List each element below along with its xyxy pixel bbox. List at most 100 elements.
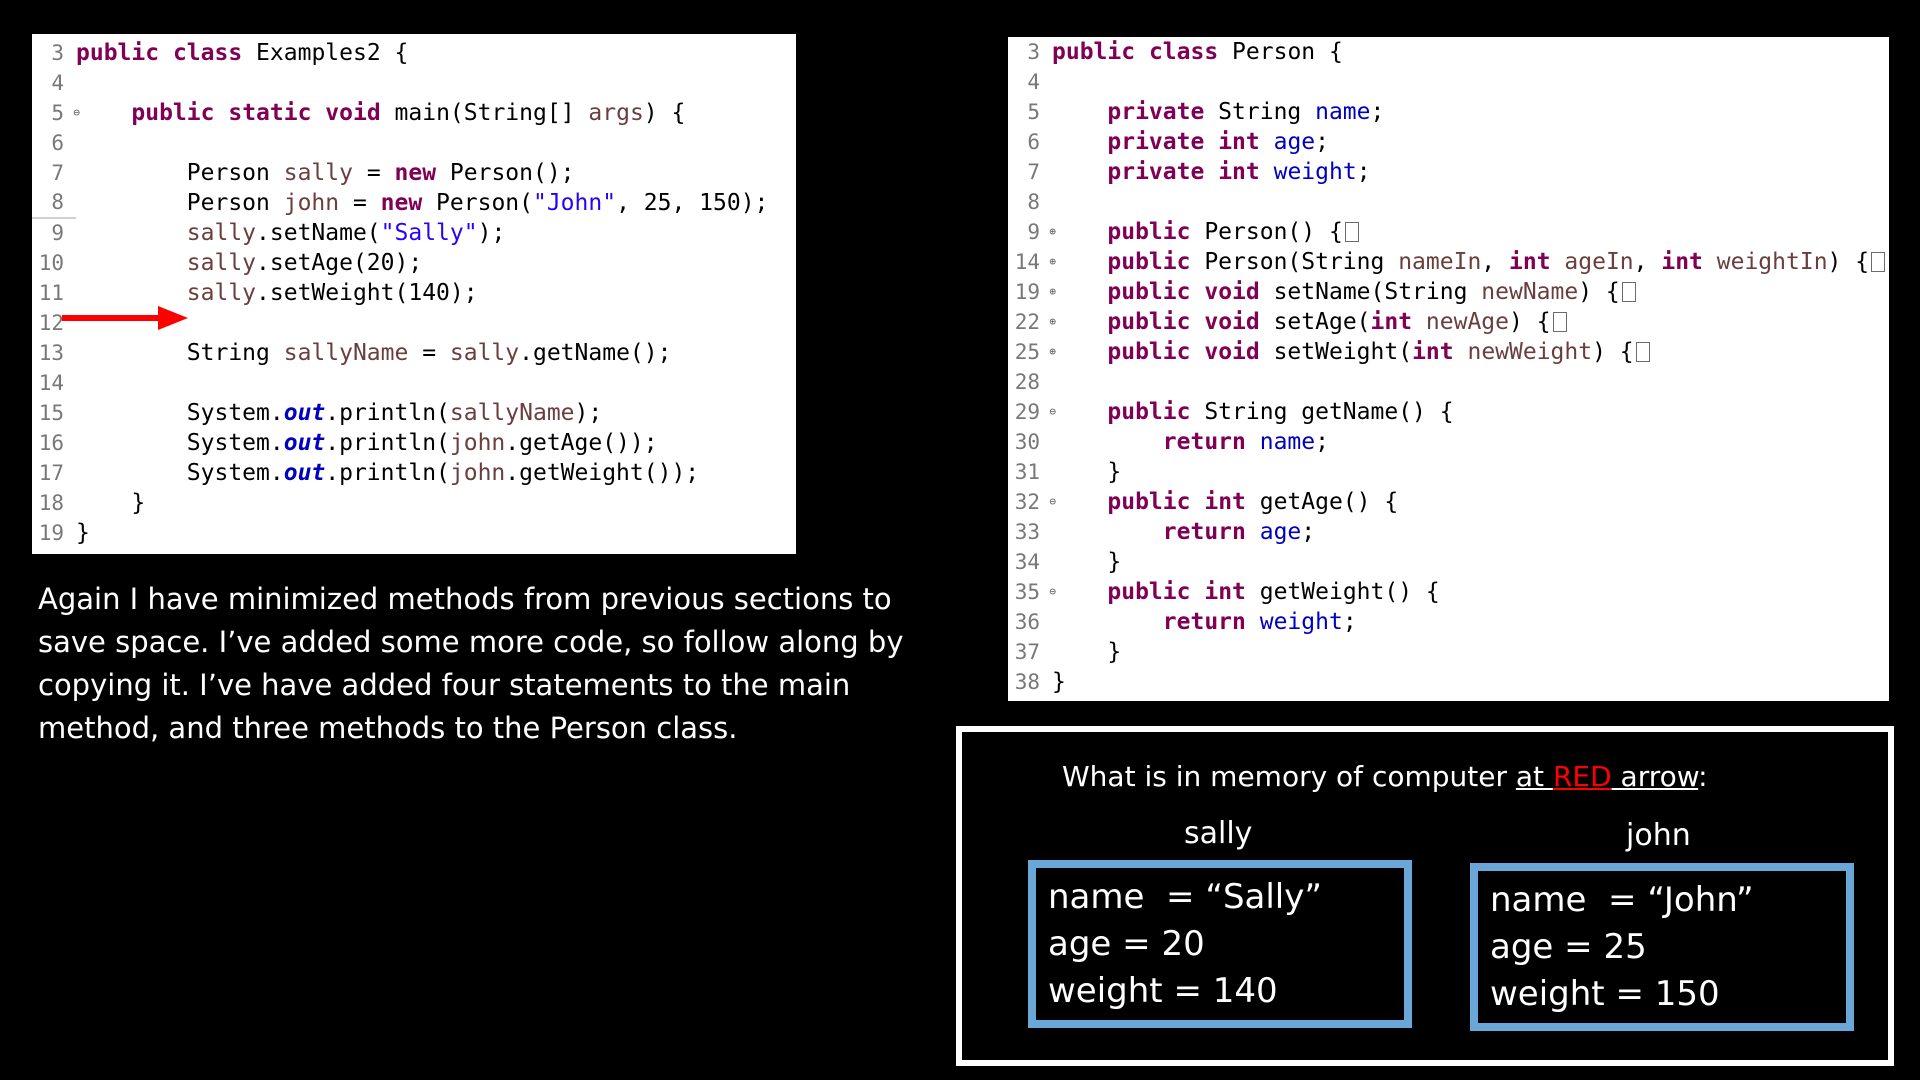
main-code-line[interactable]: 19} [32, 518, 796, 548]
collapsed-code-icon[interactable] [1552, 312, 1567, 332]
code-text: return age; [1052, 517, 1315, 547]
person-code-line[interactable]: 22 ⊕ public void setAge(int newAge) { [1008, 307, 1889, 337]
code-token: int [1370, 309, 1413, 335]
code-text: } [76, 518, 90, 548]
main-code-editor[interactable]: 3 public class Examples2 {4 5 ⊖ public stat… [32, 34, 796, 554]
line-number: 8 [32, 187, 76, 219]
person-code-line[interactable]: 38} [1008, 667, 1889, 697]
line-number-text: 10 [38, 251, 64, 275]
main-code-line[interactable]: 16 System.out.println(john.getAge()); [32, 428, 796, 458]
line-number-text: 5 [51, 101, 64, 125]
main-code-line[interactable]: 15 System.out.println(sallyName); [32, 398, 796, 428]
fold-expand-icon[interactable]: ⊕ [1049, 277, 1056, 307]
code-token: .println( [325, 430, 450, 456]
fold-expand-icon[interactable]: ⊕ [1049, 307, 1056, 337]
code-token: String getName() { [1190, 399, 1454, 425]
person-code-line[interactable]: 25 ⊕ public void setWeight(int newWeight)… [1008, 337, 1889, 367]
fold-expand-icon[interactable]: ⊕ [1049, 337, 1056, 367]
person-code-line[interactable]: 5 private String name; [1008, 97, 1889, 127]
line-number-text: 30 [1014, 430, 1040, 454]
line-number: 8 [1008, 187, 1052, 217]
collapsed-code-icon[interactable] [1871, 252, 1886, 272]
line-number: 7 [32, 158, 76, 188]
main-code-line[interactable]: 5 ⊖ public static void main(String[] args… [32, 98, 796, 128]
code-token: class [1148, 39, 1219, 65]
code-token: newAge [1425, 309, 1510, 335]
code-token: } [76, 520, 90, 546]
person-code-line[interactable]: 7 private int weight; [1008, 157, 1889, 187]
person-code-line[interactable]: 29 ⊖ public String getName() { [1008, 397, 1889, 427]
person-code-line[interactable]: 36 return weight; [1008, 607, 1889, 637]
main-code-line[interactable]: 13 String sallyName = sally.getName(); [32, 338, 796, 368]
person-code-line[interactable]: 37 } [1008, 637, 1889, 667]
person-code-line[interactable]: 35 ⊖ public int getWeight() { [1008, 577, 1889, 607]
main-code-line[interactable]: 7 Person sally = new Person(); [32, 158, 796, 188]
code-token: ; [1356, 159, 1371, 185]
fold-collapse-icon[interactable]: ⊖ [73, 98, 80, 128]
main-code-line[interactable]: 17 System.out.println(john.getWeight()); [32, 458, 796, 488]
main-code-line[interactable]: 3 public class Examples2 { [32, 38, 796, 68]
main-code-line[interactable]: 9 sally.setName("Sally"); [32, 218, 796, 248]
code-token: } [1052, 669, 1066, 695]
john-object-box: name = “John” age = 25 weight = 150 [1470, 863, 1854, 1031]
fold-expand-icon[interactable]: ⊕ [1049, 247, 1056, 277]
collapsed-code-icon[interactable] [1344, 222, 1359, 242]
code-token: public [1107, 489, 1191, 515]
person-code-line[interactable]: 3 public class Person { [1008, 37, 1889, 67]
main-code-line[interactable]: 10 sally.setAge(20); [32, 248, 796, 278]
code-token: newWeight [1467, 339, 1593, 365]
code-token: .setWeight(140); [256, 280, 478, 306]
person-code-line[interactable]: 4 [1008, 67, 1889, 97]
code-token: = [339, 190, 381, 216]
person-code-line[interactable]: 31 } [1008, 457, 1889, 487]
person-code-line[interactable]: 28 [1008, 367, 1889, 397]
line-number: 33 [1008, 517, 1052, 547]
person-code-line[interactable]: 9 ⊕ public Person() { [1008, 217, 1889, 247]
collapsed-code-icon[interactable] [1621, 282, 1636, 302]
code-token: public [1107, 579, 1191, 605]
person-class-editor[interactable]: 3 public class Person { 4 5 private String … [1008, 37, 1889, 701]
code-token: getAge() { [1245, 489, 1399, 515]
main-code-line[interactable]: 18 } [32, 488, 796, 518]
memory-title-pre: What is in memory of computer [1062, 760, 1516, 793]
collapsed-code-icon[interactable] [1635, 342, 1650, 362]
line-number-text: 6 [1027, 130, 1040, 154]
code-token: weightIn [1716, 249, 1828, 275]
line-number-text: 15 [38, 401, 64, 425]
memory-title-at: at [1515, 760, 1553, 793]
line-number-text: 4 [1027, 70, 1040, 94]
person-code-line[interactable]: 8 [1008, 187, 1889, 217]
person-code-line[interactable]: 30 return name; [1008, 427, 1889, 457]
fold-collapse-icon[interactable]: ⊖ [1049, 487, 1056, 517]
code-token: name [1315, 99, 1371, 125]
code-token: weight [1259, 609, 1343, 635]
line-number-text: 7 [51, 161, 64, 185]
main-code-line[interactable]: 11 sally.setWeight(140); [32, 278, 796, 308]
main-code-line[interactable]: 4 [32, 68, 796, 98]
main-code-line[interactable]: 8 Person john = new Person("John", 25, 1… [32, 187, 796, 219]
code-text: sally.setAge(20); [76, 248, 422, 278]
person-code-line[interactable]: 33 return age; [1008, 517, 1889, 547]
code-token: ; [1315, 129, 1329, 155]
person-code-line[interactable]: 14 ⊕ public Person(String nameIn, int age… [1008, 247, 1889, 277]
fold-collapse-icon[interactable]: ⊖ [1049, 397, 1056, 427]
fold-collapse-icon[interactable]: ⊖ [1049, 577, 1056, 607]
code-token: ); [574, 400, 603, 426]
person-code-line[interactable]: 34 } [1008, 547, 1889, 577]
code-token: = [408, 340, 450, 366]
memory-title: What is in memory of computer at RED arr… [1062, 760, 1708, 793]
person-code-line[interactable]: 32 ⊖ public int getAge() { [1008, 487, 1889, 517]
person-code-line[interactable]: 6 private int age; [1008, 127, 1889, 157]
code-token: ) { [1509, 309, 1551, 335]
code-token: ); [477, 220, 506, 246]
line-number: 35 ⊖ [1008, 577, 1056, 607]
fold-expand-icon[interactable]: ⊕ [1049, 217, 1056, 247]
code-token: sally [449, 340, 520, 366]
line-number: 31 [1008, 457, 1052, 487]
main-code-line[interactable]: 14 [32, 368, 796, 398]
main-code-line[interactable]: 6 [32, 128, 796, 158]
person-code-line[interactable]: 19 ⊕ public void setName(String newName) … [1008, 277, 1889, 307]
